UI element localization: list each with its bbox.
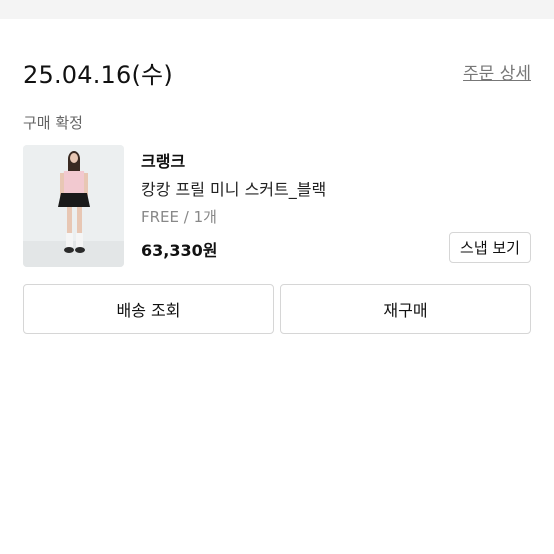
product-name[interactable]: 캉캉 프릴 미니 스커트_블랙: [141, 176, 326, 200]
section-divider: [0, 0, 554, 19]
delivery-tracking-button[interactable]: 배송 조회: [23, 284, 274, 334]
product-price: 63,330원: [141, 241, 218, 260]
snap-view-button[interactable]: 스냅 보기: [449, 232, 531, 263]
product-photo-image: [23, 145, 124, 267]
rebuy-button[interactable]: 재구매: [280, 284, 531, 334]
order-status-label: 구매 확정: [23, 114, 83, 132]
product-thumbnail[interactable]: [23, 145, 124, 267]
order-detail-link[interactable]: 주문 상세: [463, 59, 531, 84]
product-option: FREE / 1개: [141, 208, 217, 226]
brand-name[interactable]: 크랭크: [141, 148, 185, 172]
order-date: 25.04.16(수): [23, 61, 173, 89]
